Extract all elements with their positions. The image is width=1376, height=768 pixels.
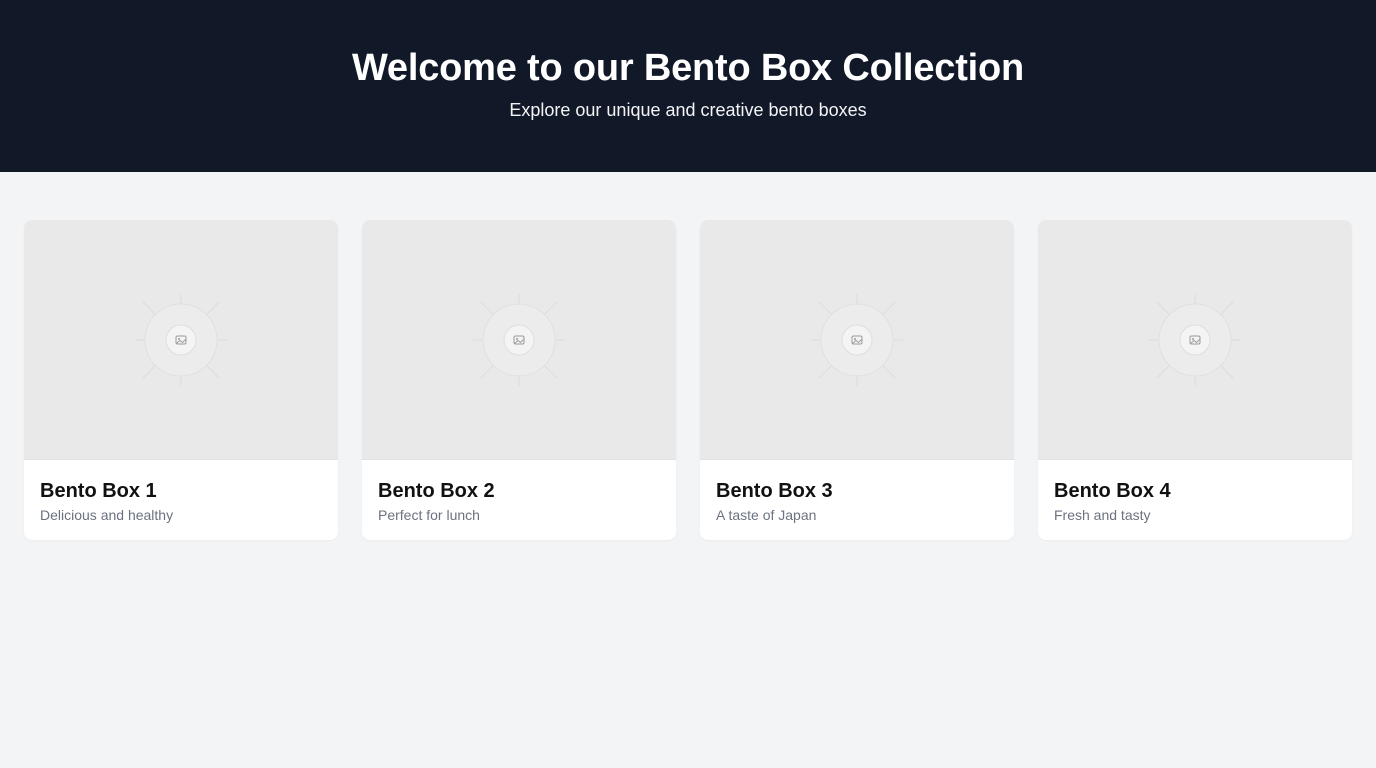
image-placeholder-icon (473, 293, 565, 386)
card-description: Fresh and tasty (1054, 507, 1151, 523)
bento-card-4[interactable]: Bento Box 4 Fresh and tasty (1038, 220, 1352, 540)
bento-card-2[interactable]: Bento Box 2 Perfect for lunch (362, 220, 676, 540)
bento-grid: Bento Box 1 Delicious and healthy Bento (0, 172, 1376, 540)
bento-card-1[interactable]: Bento Box 1 Delicious and healthy (24, 220, 338, 540)
card-image (700, 220, 1014, 460)
image-placeholder-icon (811, 293, 903, 386)
card-image (1038, 220, 1352, 460)
card-title: Bento Box 1 (40, 480, 157, 502)
card-description: Delicious and healthy (40, 507, 174, 523)
page-title: Welcome to our Bento Box Collection (351, 47, 1025, 89)
card-image (362, 220, 676, 460)
card-description: Perfect for lunch (378, 507, 480, 523)
card-body: Bento Box 1 Delicious and healthy (24, 460, 338, 525)
card-title: Bento Box 4 (1054, 480, 1171, 502)
card-description: A taste of Japan (716, 507, 817, 523)
card-title: Bento Box 2 (378, 480, 495, 502)
card-body: Bento Box 3 A taste of Japan (700, 460, 1014, 525)
image-placeholder-icon (1149, 293, 1241, 386)
page-subtitle: Explore our unique and creative bento bo… (509, 100, 867, 120)
hero-header: Welcome to our Bento Box Collection Expl… (0, 0, 1376, 172)
image-placeholder-icon (135, 293, 227, 386)
card-image (24, 220, 338, 460)
card-body: Bento Box 2 Perfect for lunch (362, 460, 676, 525)
bento-card-3[interactable]: Bento Box 3 A taste of Japan (700, 220, 1014, 540)
card-title: Bento Box 3 (716, 480, 833, 502)
card-body: Bento Box 4 Fresh and tasty (1038, 460, 1352, 525)
